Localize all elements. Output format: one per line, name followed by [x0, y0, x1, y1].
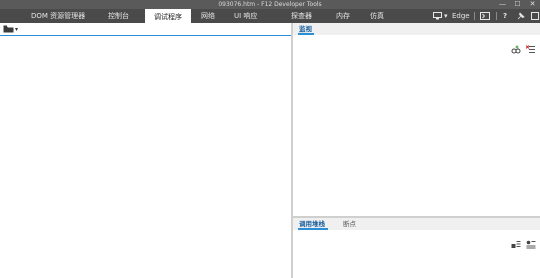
- emulation-mode-label[interactable]: Edge: [452, 9, 470, 23]
- folder-icon: [3, 25, 14, 33]
- show-native-code-icon[interactable]: [511, 234, 521, 248]
- title-bar: 093076.htm - F12 Developer Tools — ☐ ✕: [0, 0, 540, 9]
- script-source-pane[interactable]: ▾: [0, 23, 291, 278]
- chevron-down-icon[interactable]: ▾: [444, 9, 448, 23]
- help-button[interactable]: ?: [503, 9, 507, 23]
- close-button[interactable]: ✕: [525, 0, 540, 9]
- tab-console[interactable]: 控制台: [108, 9, 129, 23]
- pin-icon[interactable]: [517, 9, 525, 23]
- tab-ui-responsiveness[interactable]: UI 响应: [234, 9, 257, 23]
- maximize-button[interactable]: ☐: [510, 0, 525, 9]
- watch-panel-header: 监视: [293, 23, 540, 35]
- delete-all-watches-icon[interactable]: [525, 39, 536, 53]
- console-toggle-icon[interactable]: [480, 9, 490, 23]
- monitor-icon[interactable]: [433, 9, 442, 23]
- window-controls: — ☐ ✕: [495, 0, 540, 9]
- tab-memory[interactable]: 内存: [336, 9, 350, 23]
- tab-dom-explorer[interactable]: DOM 资源管理器: [31, 9, 85, 23]
- add-watch-icon[interactable]: [511, 39, 521, 54]
- tab-breakpoints[interactable]: 断点: [343, 218, 356, 230]
- chevron-down-icon: ▾: [15, 25, 19, 33]
- minimize-button[interactable]: —: [495, 0, 510, 9]
- watch-panel[interactable]: [293, 35, 540, 216]
- window-title: 093076.htm - F12 Developer Tools: [218, 1, 322, 8]
- undock-icon[interactable]: [531, 9, 539, 23]
- script-toolbar: ▾: [0, 23, 291, 36]
- open-document-button[interactable]: ▾: [3, 24, 18, 34]
- tab-emulation[interactable]: 仿真: [370, 9, 384, 23]
- right-pane: 监视 调用堆栈 断点: [293, 23, 540, 278]
- tab-profiler[interactable]: 探查器: [291, 9, 312, 23]
- tool-tab-bar: DOM 资源管理器 控制台 调试程序 网络 UI 响应 探查器 内存 仿真 ▾ …: [0, 9, 540, 25]
- callstack-panel-header: 调用堆栈 断点: [293, 218, 540, 230]
- call-stack-panel[interactable]: [293, 230, 540, 278]
- tab-network[interactable]: 网络: [201, 9, 215, 23]
- show-frameworks-icon[interactable]: [526, 234, 536, 249]
